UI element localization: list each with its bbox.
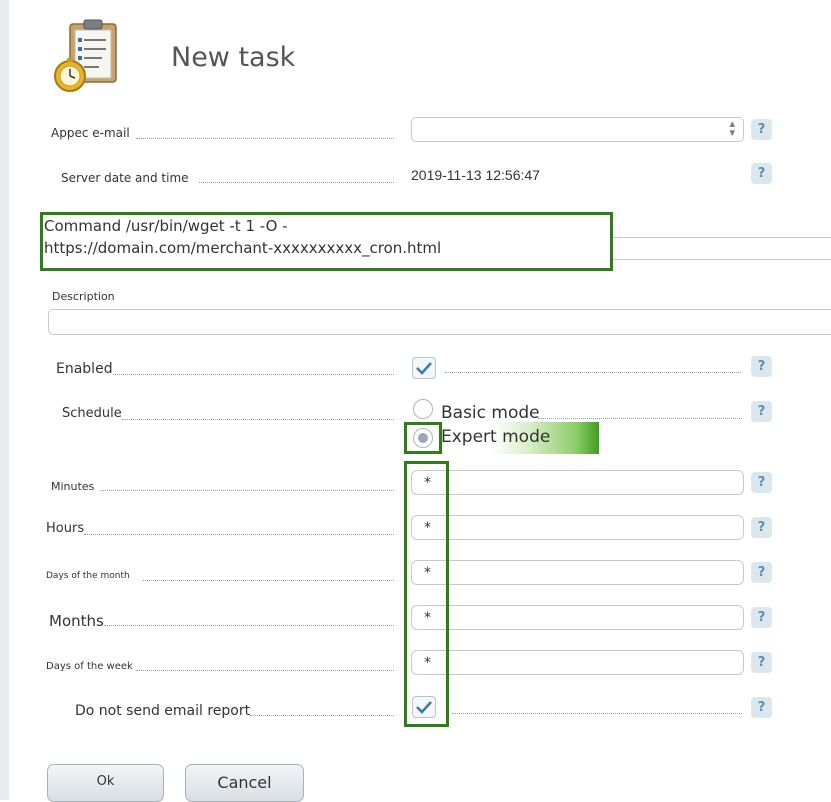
help-icon[interactable]: ?: [751, 562, 772, 583]
help-icon[interactable]: ?: [751, 119, 772, 140]
window-left-edge: [0, 0, 9, 800]
enabled-row-dots: [445, 372, 741, 373]
help-icon[interactable]: ?: [751, 607, 772, 628]
minutes-input[interactable]: *: [411, 470, 744, 495]
expert-radio-highlight-frame: [404, 422, 442, 454]
cancel-button[interactable]: Cancel: [185, 764, 304, 802]
page-title: New task: [171, 42, 296, 73]
days-of-week-label-dots: [136, 670, 394, 671]
days-of-month-label: Days of the month: [46, 571, 130, 581]
server-time-label-dots: [199, 182, 394, 183]
minutes-label-dots: [101, 490, 394, 491]
days-of-month-label-dots: [143, 580, 394, 581]
help-icon[interactable]: ?: [751, 163, 772, 184]
help-icon[interactable]: ?: [751, 697, 772, 718]
no-email-label-dots: [250, 715, 394, 716]
help-icon[interactable]: ?: [751, 356, 772, 377]
basic-mode-dots: [538, 418, 742, 419]
no-email-report-label: Do not send email report: [75, 703, 251, 719]
server-time-label: Server date and time: [61, 171, 189, 185]
email-label-dots: [136, 138, 394, 139]
email-label: Appec e-mail: [51, 126, 130, 140]
hours-label-dots: [84, 534, 394, 535]
schedule-label: Schedule: [62, 406, 122, 421]
server-time-value: 2019-11-13 12:56:47: [411, 167, 540, 183]
days-of-month-input[interactable]: *: [411, 560, 744, 585]
months-label-dots: [104, 625, 394, 626]
command-input-top-edge: [612, 237, 831, 238]
enabled-checkbox[interactable]: [412, 357, 436, 379]
email-select[interactable]: ▴ ▾: [411, 117, 744, 142]
cron-fields-highlight-frame: [404, 461, 449, 727]
months-label: Months: [49, 612, 104, 630]
basic-mode-label[interactable]: Basic mode: [441, 403, 540, 423]
enabled-label: Enabled: [56, 361, 113, 377]
help-icon[interactable]: ?: [751, 472, 772, 493]
schedule-label-dots: [122, 419, 394, 420]
description-input[interactable]: [48, 309, 831, 335]
hours-label: Hours: [46, 521, 85, 536]
basic-mode-radio[interactable]: [413, 399, 433, 419]
select-arrows-icon: ▴ ▾: [729, 118, 735, 139]
ok-button[interactable]: Ok: [47, 764, 164, 802]
help-icon[interactable]: ?: [751, 517, 772, 538]
command-input-bottom-edge: [612, 259, 831, 260]
no-email-row-dots: [452, 713, 742, 714]
help-icon[interactable]: ?: [751, 401, 772, 422]
command-line-2[interactable]: https://domain.com/merchant-xxxxxxxxxx_c…: [44, 239, 441, 257]
task-clipboard-clock-icon: [50, 18, 128, 94]
expert-mode-label[interactable]: Expert mode: [441, 427, 550, 447]
checkmark-icon: [416, 362, 432, 375]
description-label: Description: [52, 290, 115, 303]
days-of-week-label: Days of the week: [46, 661, 133, 672]
minutes-label: Minutes: [51, 480, 95, 493]
command-line-1[interactable]: Command /usr/bin/wget -t 1 -O -: [44, 217, 288, 235]
days-of-week-input[interactable]: *: [411, 650, 744, 675]
enabled-label-dots: [113, 374, 394, 375]
help-icon[interactable]: ?: [751, 652, 772, 673]
months-input[interactable]: *: [411, 605, 744, 630]
hours-input[interactable]: *: [411, 515, 744, 540]
